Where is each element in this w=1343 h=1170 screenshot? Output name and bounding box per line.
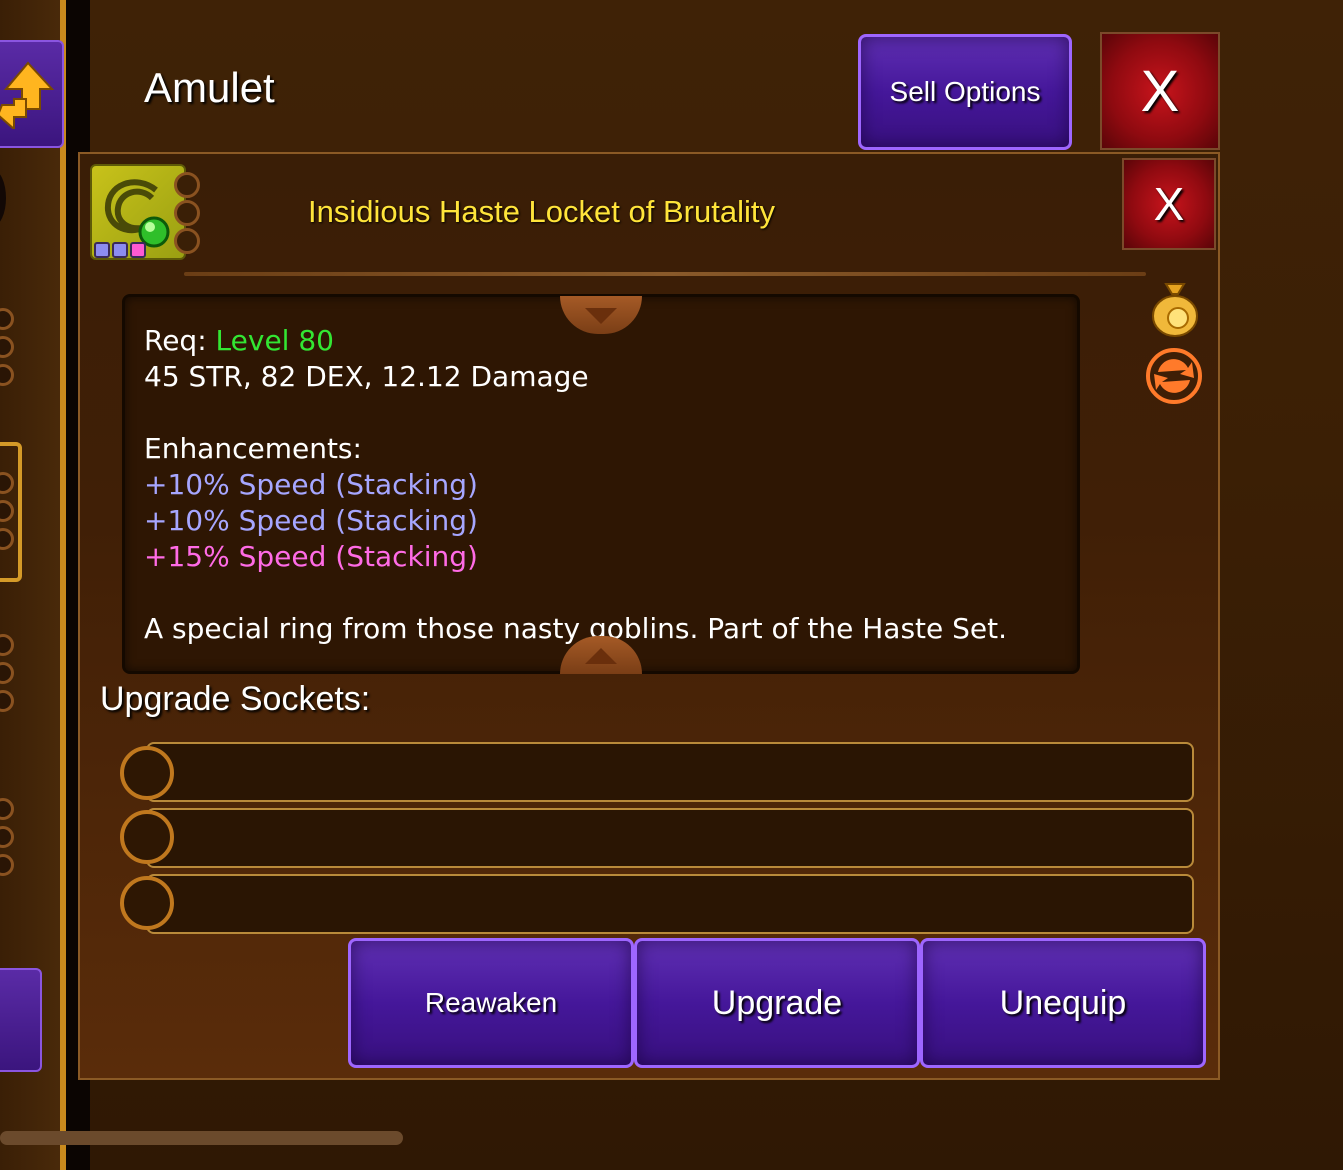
enhancement-gem-icon xyxy=(112,242,128,258)
swap-equipment-button[interactable] xyxy=(0,40,64,148)
item-socket-ring xyxy=(174,172,200,198)
left-panel-button[interactable] xyxy=(0,968,42,1072)
sell-options-button[interactable]: Sell Options xyxy=(858,34,1072,150)
enhancements-label: Enhancements: xyxy=(144,432,362,465)
upgrade-socket-slot[interactable] xyxy=(146,808,1194,868)
item-flavor-text: A special ring from those nasty goblins.… xyxy=(144,612,1008,645)
enhancement-line: +15% Speed (Stacking) xyxy=(144,540,478,573)
chevron-up-icon xyxy=(585,648,617,664)
enhancement-line: +10% Speed (Stacking) xyxy=(144,468,478,501)
divider xyxy=(184,272,1146,276)
item-name: Insidious Haste Locket of Brutality xyxy=(308,194,775,229)
close-button[interactable]: X xyxy=(1100,32,1220,150)
reawaken-button[interactable]: Reawaken xyxy=(348,938,634,1068)
socket-ring-icon xyxy=(120,810,174,864)
upgrade-sockets-label: Upgrade Sockets: xyxy=(100,680,371,718)
refresh-icon[interactable] xyxy=(1144,346,1204,406)
req-level: Level 80 xyxy=(215,324,334,357)
chevron-down-icon xyxy=(585,308,617,324)
upgrade-socket-slot[interactable] xyxy=(146,874,1194,934)
horizontal-scrollbar[interactable] xyxy=(0,1131,403,1145)
upgrade-socket-slot[interactable] xyxy=(146,742,1194,802)
unequip-button[interactable]: Unequip xyxy=(920,938,1206,1068)
stats-line: 45 STR, 82 DEX, 12.12 Damage xyxy=(144,360,589,393)
socket-ring-icon xyxy=(120,746,174,800)
req-label: Req: xyxy=(144,324,207,357)
item-socket-ring xyxy=(174,228,200,254)
page-title: Amulet xyxy=(144,64,275,111)
swap-arrows-icon xyxy=(0,61,55,129)
upgrade-button[interactable]: Upgrade xyxy=(634,938,920,1068)
enhancement-gem-icon xyxy=(130,242,146,258)
close-item-panel-button[interactable]: X xyxy=(1122,158,1216,250)
enhancement-line: +10% Speed (Stacking) xyxy=(144,504,478,537)
socket-ring-icon xyxy=(120,876,174,930)
requirement-line: Req: Level 80 xyxy=(144,324,334,357)
item-socket-ring xyxy=(174,200,200,226)
sell-coin-bag-icon[interactable] xyxy=(1148,280,1202,338)
enhancement-gem-icon xyxy=(94,242,110,258)
